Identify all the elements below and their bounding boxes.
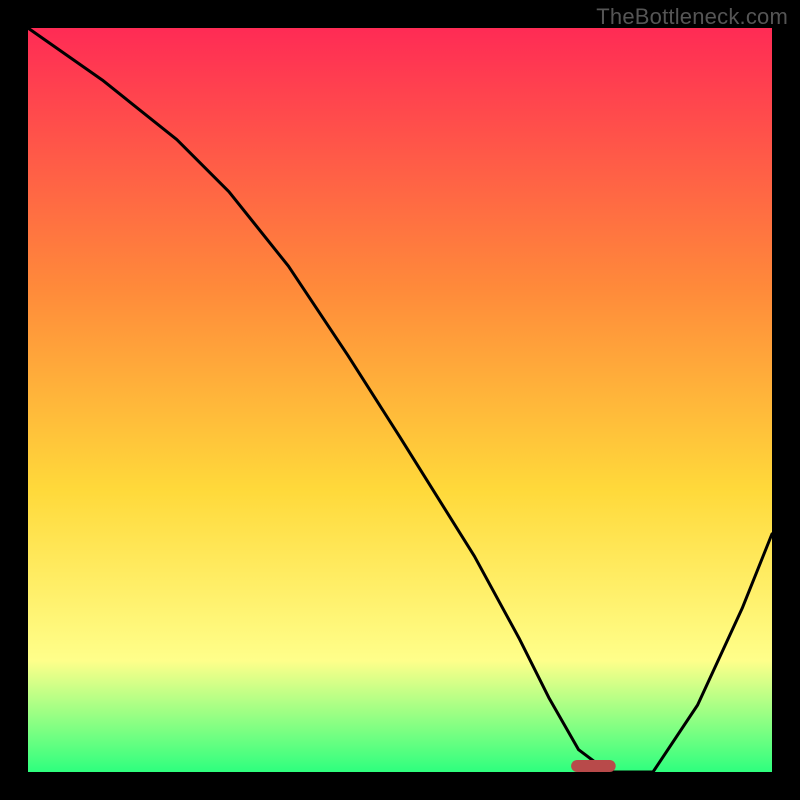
gradient-area xyxy=(28,28,772,772)
watermark-text: TheBottleneck.com xyxy=(596,4,788,30)
chart-canvas xyxy=(0,0,800,800)
bottleneck-chart: TheBottleneck.com xyxy=(0,0,800,800)
sweet-spot-marker xyxy=(571,760,616,772)
